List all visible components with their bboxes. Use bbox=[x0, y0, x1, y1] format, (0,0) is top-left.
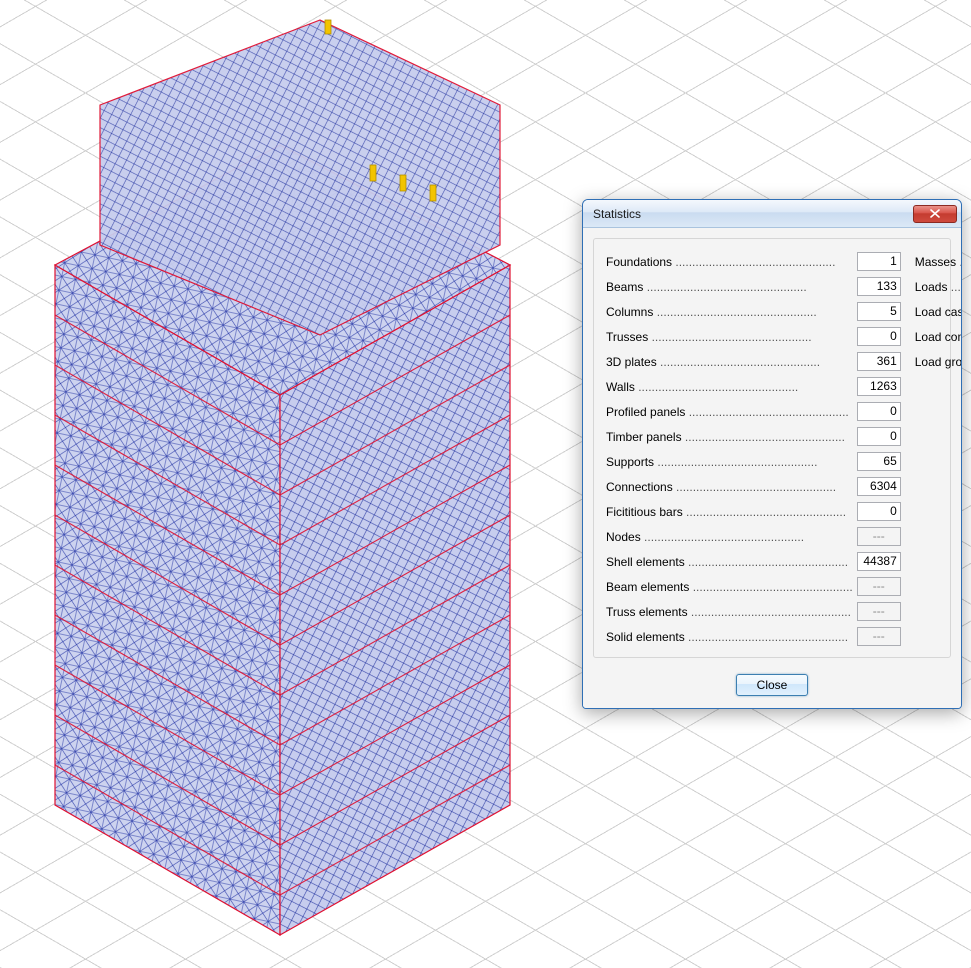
close-button[interactable]: Close bbox=[736, 674, 808, 696]
stat-value: 5 bbox=[857, 302, 901, 321]
dialog-title: Statistics bbox=[593, 207, 913, 221]
stat-value: 44387 bbox=[857, 552, 901, 571]
stat-row: Beams 133 bbox=[606, 276, 901, 297]
stat-row: Masses0 bbox=[915, 251, 962, 272]
stat-value: 0 bbox=[857, 402, 901, 421]
stat-label: Supports bbox=[606, 455, 853, 469]
stats-left-column: Foundations 1 Beams 133 Columns 5 Trusses 0 3D p… bbox=[606, 251, 901, 647]
stat-value: --- bbox=[857, 527, 901, 546]
statistics-dialog: Statistics Foundations1Beams133Columns5T… bbox=[582, 199, 962, 709]
stat-row: Foundations 1 bbox=[606, 251, 901, 272]
stat-label: Connections bbox=[606, 480, 853, 494]
stat-row: Timber panels 0 bbox=[606, 426, 901, 447]
stat-label: Profiled panels bbox=[606, 405, 853, 419]
stat-row: Loads2479 bbox=[915, 276, 962, 297]
stat-row: Load combinations50 bbox=[915, 326, 962, 347]
stat-label: Load groups bbox=[915, 355, 962, 369]
stat-row: Shell elements 44387 bbox=[606, 551, 901, 572]
stat-row: Connections 6304 bbox=[606, 476, 901, 497]
stat-value: 0 bbox=[857, 327, 901, 346]
stat-label: Ficititious bars bbox=[606, 505, 853, 519]
stat-value: 133 bbox=[857, 277, 901, 296]
stat-row: Profiled panels 0 bbox=[606, 401, 901, 422]
stat-label: Truss elements bbox=[606, 605, 853, 619]
stat-label: Load combinations bbox=[915, 330, 962, 344]
stat-label: Nodes bbox=[606, 530, 853, 544]
stat-value: 65 bbox=[857, 452, 901, 471]
stat-label: Timber panels bbox=[606, 430, 853, 444]
dialog-titlebar[interactable]: Statistics bbox=[583, 200, 961, 228]
stats-right-column: Masses0 Loads2479 Load cases17 Load combina… bbox=[915, 251, 962, 647]
stat-label: Foundations bbox=[606, 255, 853, 269]
stat-label: Solid elements bbox=[606, 630, 853, 644]
stat-label: Shell elements bbox=[606, 555, 853, 569]
stat-label: 3D plates bbox=[606, 355, 853, 369]
stat-row: Beam elements --- bbox=[606, 576, 901, 597]
stat-label: Beam elements bbox=[606, 580, 853, 594]
stat-row: Ficititious bars 0 bbox=[606, 501, 901, 522]
stat-row: Walls 1263 bbox=[606, 376, 901, 397]
stat-value: 1263 bbox=[857, 377, 901, 396]
stat-row: Supports 65 bbox=[606, 451, 901, 472]
stat-value: 6304 bbox=[857, 477, 901, 496]
stat-label: Columns bbox=[606, 305, 853, 319]
stat-row: Nodes --- bbox=[606, 526, 901, 547]
dialog-button-row: Close bbox=[583, 664, 961, 708]
stat-value: 0 bbox=[857, 502, 901, 521]
stat-label: Masses bbox=[915, 255, 962, 269]
stat-value: --- bbox=[857, 577, 901, 596]
stat-label: Loads bbox=[915, 280, 962, 294]
stat-label: Beams bbox=[606, 280, 853, 294]
stat-row: Solid elements --- bbox=[606, 626, 901, 647]
stat-value: 1 bbox=[857, 252, 901, 271]
stat-row: Truss elements --- bbox=[606, 601, 901, 622]
stat-value: 361 bbox=[857, 352, 901, 371]
stat-row: 3D plates 361 bbox=[606, 351, 901, 372]
stat-row: Trusses 0 bbox=[606, 326, 901, 347]
stat-row: Load cases17 bbox=[915, 301, 962, 322]
stat-label: Walls bbox=[606, 380, 853, 394]
stat-value: --- bbox=[857, 627, 901, 646]
stat-label: Trusses bbox=[606, 330, 853, 344]
stat-value: --- bbox=[857, 602, 901, 621]
close-icon[interactable] bbox=[913, 205, 957, 223]
stat-label: Load cases bbox=[915, 305, 962, 319]
stats-fieldset: Foundations 1 Beams 133 Columns 5 Trusses 0 3D p… bbox=[593, 238, 951, 658]
stat-value: 0 bbox=[857, 427, 901, 446]
dialog-body: Foundations 1 Beams 133 Columns 5 Trusses 0 3D p… bbox=[583, 228, 961, 664]
stat-row: Load groups0 bbox=[915, 351, 962, 372]
stat-row: Columns 5 bbox=[606, 301, 901, 322]
